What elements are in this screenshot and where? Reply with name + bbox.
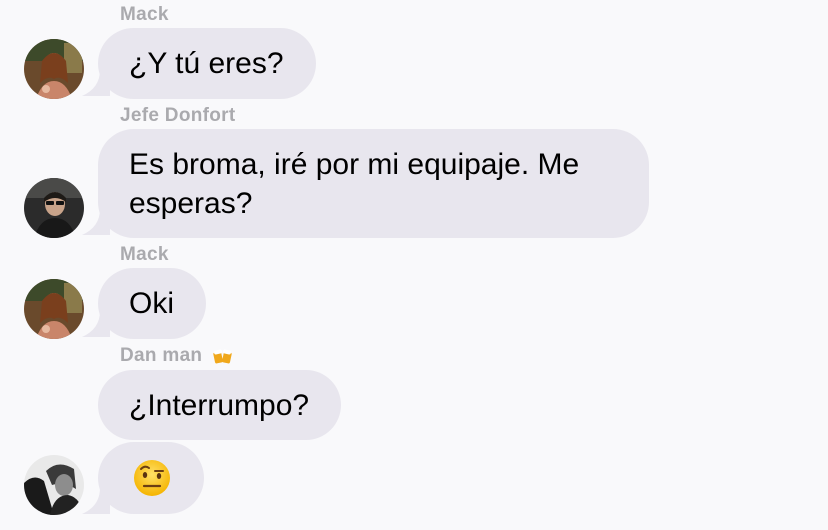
sender-name: Mack (120, 244, 169, 265)
beer-mugs-icon (213, 349, 233, 364)
message-bubble[interactable]: Oki (98, 268, 206, 339)
jefe-donfort-avatar[interactable] (24, 178, 84, 238)
message-bubble[interactable]: Es broma, iré por mi equipaje. Me espera… (98, 129, 649, 238)
raised-eyebrow-face-icon (134, 460, 170, 496)
sender-name: Jefe Donfort (120, 105, 236, 126)
emoji-message-bubble[interactable] (98, 442, 204, 514)
mack-avatar[interactable] (24, 39, 84, 99)
message-bubble[interactable]: ¿Interrumpo? (98, 370, 342, 440)
sender-name: Dan man (120, 345, 234, 367)
message-bubble[interactable]: ¿Y tú eres? (98, 28, 316, 99)
mack-avatar[interactable] (24, 279, 84, 339)
sender-name: Mack (120, 4, 169, 25)
dan-man-avatar[interactable] (24, 455, 84, 515)
